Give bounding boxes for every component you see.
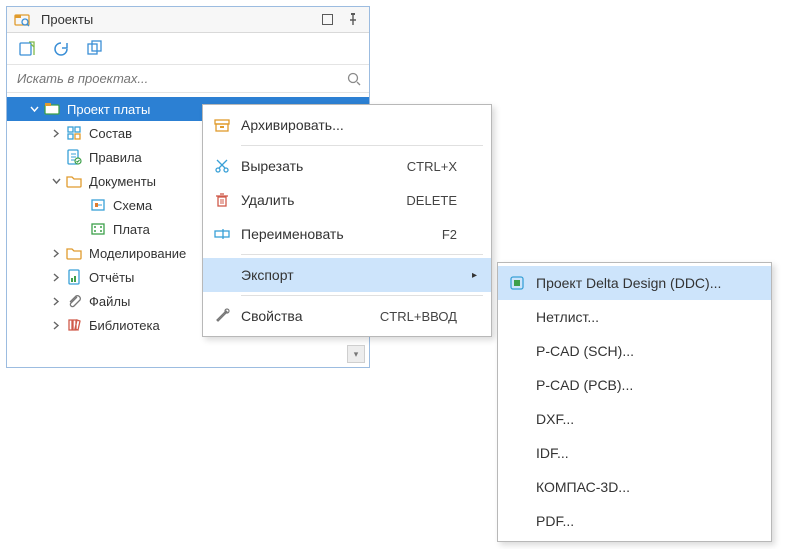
submenu-spacer-icon bbox=[508, 376, 526, 394]
chevron-right-icon[interactable] bbox=[49, 270, 63, 284]
toolbar bbox=[7, 33, 369, 65]
search-row bbox=[7, 65, 369, 93]
menu-label: P-CAD (SCH)... bbox=[536, 343, 757, 359]
menu-label: Свойства bbox=[241, 308, 370, 324]
panel-title: Проекты bbox=[41, 12, 93, 27]
chevron-down-icon[interactable] bbox=[49, 174, 63, 188]
menu-shortcut: CTRL+ВВОД bbox=[380, 309, 457, 324]
menu-label: Архивировать... bbox=[241, 117, 457, 133]
menu-separator bbox=[241, 295, 483, 296]
refresh-button[interactable] bbox=[51, 39, 71, 59]
context-menu: Архивировать... Вырезать CTRL+X Удалить … bbox=[202, 104, 492, 337]
composition-icon bbox=[65, 124, 83, 142]
submenu-pdf[interactable]: PDF... bbox=[498, 504, 771, 538]
menu-shortcut: CTRL+X bbox=[407, 159, 457, 174]
menu-label: Экспорт bbox=[241, 267, 457, 283]
new-project-button[interactable] bbox=[17, 39, 37, 59]
menu-separator bbox=[241, 254, 483, 255]
menu-label: Удалить bbox=[241, 192, 396, 208]
menu-label: PDF... bbox=[536, 513, 757, 529]
rules-icon bbox=[65, 148, 83, 166]
submenu-spacer-icon bbox=[508, 308, 526, 326]
menu-label: Нетлист... bbox=[536, 309, 757, 325]
submenu-ddc[interactable]: Проект Delta Design (DDC)... bbox=[498, 266, 771, 300]
report-icon bbox=[65, 268, 83, 286]
menu-shortcut: F2 bbox=[442, 227, 457, 242]
submenu-spacer-icon bbox=[213, 266, 231, 284]
menu-label: Переименовать bbox=[241, 226, 432, 242]
submenu-pcad-pcb[interactable]: P-CAD (PCB)... bbox=[498, 368, 771, 402]
submenu-spacer-icon bbox=[508, 342, 526, 360]
menu-properties[interactable]: Свойства CTRL+ВВОД bbox=[203, 299, 491, 333]
ddc-icon bbox=[508, 274, 526, 292]
menu-label: Проект Delta Design (DDC)... bbox=[536, 275, 757, 291]
menu-archive[interactable]: Архивировать... bbox=[203, 108, 491, 142]
restore-button[interactable] bbox=[317, 10, 337, 30]
menu-label: DXF... bbox=[536, 411, 757, 427]
folder-icon bbox=[65, 244, 83, 262]
menu-label: P-CAD (PCB)... bbox=[536, 377, 757, 393]
export-submenu: Проект Delta Design (DDC)... Нетлист... … bbox=[497, 262, 772, 542]
chevron-right-icon[interactable] bbox=[49, 294, 63, 308]
submenu-spacer-icon bbox=[508, 444, 526, 462]
submenu-spacer-icon bbox=[508, 410, 526, 428]
panel-header: Проекты bbox=[7, 7, 369, 33]
menu-label: IDF... bbox=[536, 445, 757, 461]
chevron-right-icon[interactable] bbox=[49, 246, 63, 260]
menu-label: КОМПАС-3D... bbox=[536, 479, 757, 495]
menu-cut[interactable]: Вырезать CTRL+X bbox=[203, 149, 491, 183]
submenu-kompas[interactable]: КОМПАС-3D... bbox=[498, 470, 771, 504]
panel-title-wrap: Проекты bbox=[13, 11, 311, 29]
board-icon bbox=[89, 220, 107, 238]
schema-icon bbox=[89, 196, 107, 214]
menu-rename[interactable]: Переименовать F2 bbox=[203, 217, 491, 251]
chevron-right-icon[interactable] bbox=[49, 318, 63, 332]
chevron-right-icon: ▸ bbox=[467, 270, 477, 281]
archive-icon bbox=[213, 116, 231, 134]
board-project-icon bbox=[43, 100, 61, 118]
scissors-icon bbox=[213, 157, 231, 175]
menu-export[interactable]: Экспорт ▸ bbox=[203, 258, 491, 292]
submenu-netlist[interactable]: Нетлист... bbox=[498, 300, 771, 334]
submenu-dxf[interactable]: DXF... bbox=[498, 402, 771, 436]
trash-icon bbox=[213, 191, 231, 209]
collapse-all-button[interactable] bbox=[85, 39, 105, 59]
submenu-spacer-icon bbox=[508, 512, 526, 530]
projects-icon bbox=[13, 11, 31, 29]
submenu-pcad-sch[interactable]: P-CAD (SCH)... bbox=[498, 334, 771, 368]
chevron-right-icon[interactable] bbox=[49, 126, 63, 140]
rename-icon bbox=[213, 225, 231, 243]
menu-shortcut: DELETE bbox=[406, 193, 457, 208]
menu-separator bbox=[241, 145, 483, 146]
folder-icon bbox=[65, 172, 83, 190]
chevron-down-icon[interactable] bbox=[27, 102, 41, 116]
attachment-icon bbox=[65, 292, 83, 310]
properties-icon bbox=[213, 307, 231, 325]
search-icon[interactable] bbox=[347, 72, 361, 86]
menu-label: Вырезать bbox=[241, 158, 397, 174]
submenu-spacer-icon bbox=[508, 478, 526, 496]
pin-button[interactable] bbox=[343, 10, 363, 30]
submenu-idf[interactable]: IDF... bbox=[498, 436, 771, 470]
search-input[interactable] bbox=[15, 70, 347, 87]
library-icon bbox=[65, 316, 83, 334]
scroll-down-button[interactable]: ▾ bbox=[347, 345, 365, 363]
menu-delete[interactable]: Удалить DELETE bbox=[203, 183, 491, 217]
